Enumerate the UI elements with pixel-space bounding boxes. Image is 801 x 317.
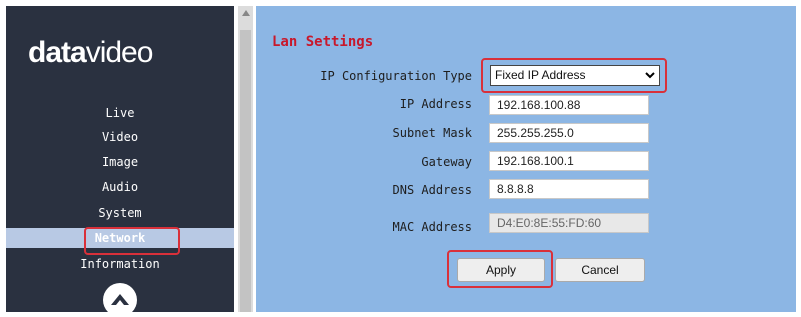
- dns-address-field[interactable]: 8.8.8.8: [489, 179, 649, 199]
- network-highlight-box: [84, 227, 180, 255]
- logo-light-text: video: [85, 36, 154, 69]
- scroll-up-arrow-icon[interactable]: [238, 6, 253, 20]
- mac-address-field: D4:E0:8E:55:FD:60: [489, 213, 649, 233]
- ip-address-field[interactable]: 192.168.100.88: [489, 95, 649, 115]
- gateway-label: Gateway: [421, 155, 472, 169]
- mac-address-label: MAC Address: [392, 220, 472, 234]
- scrollbar-thumb[interactable]: [240, 30, 251, 312]
- logo-bold-text: data: [28, 36, 87, 69]
- ip-config-type-label: IP Configuration Type: [320, 69, 472, 83]
- sidebar-item-information[interactable]: Information: [6, 254, 234, 274]
- sidebar: datavideo Live Video Image Audio System …: [6, 6, 234, 317]
- sidebar-item-system[interactable]: System: [6, 203, 234, 223]
- subnet-mask-label: Subnet Mask: [392, 126, 472, 140]
- sidebar-item-live[interactable]: Live: [6, 103, 234, 123]
- cancel-button[interactable]: Cancel: [555, 258, 645, 282]
- sidebar-item-audio[interactable]: Audio: [6, 177, 234, 197]
- sidebar-item-video[interactable]: Video: [6, 127, 234, 147]
- chevron-up-icon: [111, 294, 129, 305]
- subnet-mask-field[interactable]: 255.255.255.0: [489, 123, 649, 143]
- page-title: Lan Settings: [272, 34, 374, 50]
- vertical-scrollbar[interactable]: [238, 6, 253, 312]
- ip-address-label: IP Address: [399, 97, 472, 111]
- dns-address-label: DNS Address: [392, 183, 472, 197]
- datavideo-logo: datavideo: [28, 36, 154, 70]
- sidebar-item-image[interactable]: Image: [6, 152, 234, 172]
- select-highlight-box: [481, 58, 667, 93]
- gateway-field[interactable]: 192.168.100.1: [489, 151, 649, 171]
- main-panel: Lan Settings IP Configuration Type Fixed…: [256, 6, 796, 312]
- apply-highlight-box: [447, 250, 553, 288]
